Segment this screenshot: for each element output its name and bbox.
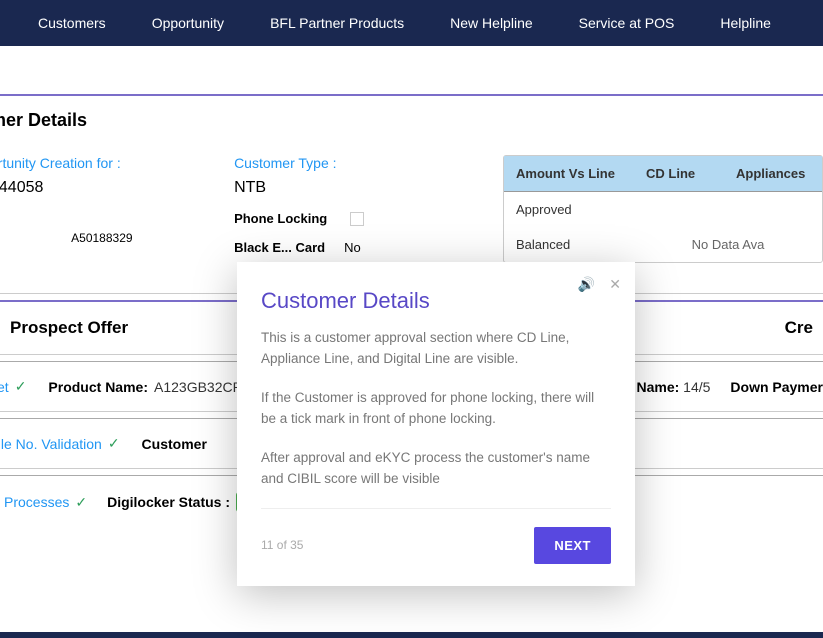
mobile-validation-link[interactable]: bile No. Validation (0, 436, 102, 452)
nav-helpline[interactable]: Helpline (702, 15, 789, 31)
offer-right-header: Cre (785, 318, 813, 338)
sub-val-2: A50188329 (71, 231, 132, 245)
nav-customers[interactable]: Customers (20, 15, 124, 31)
set-link[interactable]: set (0, 379, 9, 395)
black-card-label: Black E... Card (234, 240, 344, 255)
customer-label: Customer (142, 436, 207, 452)
name-value: 14/5 (683, 379, 710, 395)
customer-details-header: mer Details (0, 96, 823, 145)
modal-paragraph-2: If the Customer is approved for phone lo… (261, 388, 611, 430)
nav-service-pos[interactable]: Service at POS (561, 15, 693, 31)
check-icon: ✓ (15, 378, 27, 395)
close-icon[interactable]: ✕ (609, 276, 621, 293)
kyc-processes-link[interactable]: C Processes (0, 494, 69, 510)
phone-locking-label: Phone Locking (234, 211, 344, 226)
name-label: Name: (636, 379, 679, 395)
nav-new-helpline[interactable]: New Helpline (432, 15, 550, 31)
black-card-value: No (344, 240, 361, 255)
modal-paragraph-3: After approval and eKYC process the cust… (261, 448, 611, 490)
product-name-label: Product Name: (48, 379, 148, 395)
digilocker-status-label: Digilocker Status : (107, 494, 230, 510)
approval-balanced-label: Balanced (516, 237, 646, 252)
approval-header-appliances[interactable]: Appliances (724, 156, 822, 191)
approval-row-balanced: Balanced No Data Ava (504, 227, 822, 262)
approval-header-amount[interactable]: Amount Vs Line (504, 156, 634, 191)
check-icon: ✓ (75, 494, 87, 511)
top-navbar: Customers Opportunity BFL Partner Produc… (0, 0, 823, 46)
approval-approved-label: Approved (516, 202, 646, 217)
approval-balanced-value: No Data Ava (646, 237, 810, 252)
product-name-value: A123GB32CP (154, 379, 242, 395)
approval-table: Amount Vs Line CD Line Appliances Approv… (503, 155, 823, 263)
phone-locking-checkbox[interactable] (350, 212, 364, 226)
next-button[interactable]: NEXT (534, 527, 611, 564)
opportunity-creation-label: ortunity Creation for : (0, 155, 234, 171)
opportunity-id: 344058 (0, 179, 234, 197)
approval-row-approved: Approved (504, 192, 822, 227)
nav-partner-products[interactable]: BFL Partner Products (252, 15, 422, 31)
prospect-offer-header: Prospect Offer (10, 318, 128, 338)
down-payment-label: Down Paymer (730, 379, 823, 395)
customer-type-value: NTB (234, 179, 503, 197)
check-icon: ✓ (108, 435, 120, 452)
bottom-bar (0, 632, 823, 638)
sound-icon[interactable]: 🔊 (578, 276, 595, 293)
nav-opportunity[interactable]: Opportunity (134, 15, 242, 31)
modal-step-counter: 11 of 35 (261, 538, 303, 552)
approval-header-cdline[interactable]: CD Line (634, 156, 724, 191)
modal-paragraph-1: This is a customer approval section wher… (261, 328, 611, 370)
tour-modal: 🔊 ✕ Customer Details This is a customer … (237, 262, 635, 586)
customer-type-label: Customer Type : (234, 155, 503, 171)
modal-title: Customer Details (261, 288, 611, 314)
